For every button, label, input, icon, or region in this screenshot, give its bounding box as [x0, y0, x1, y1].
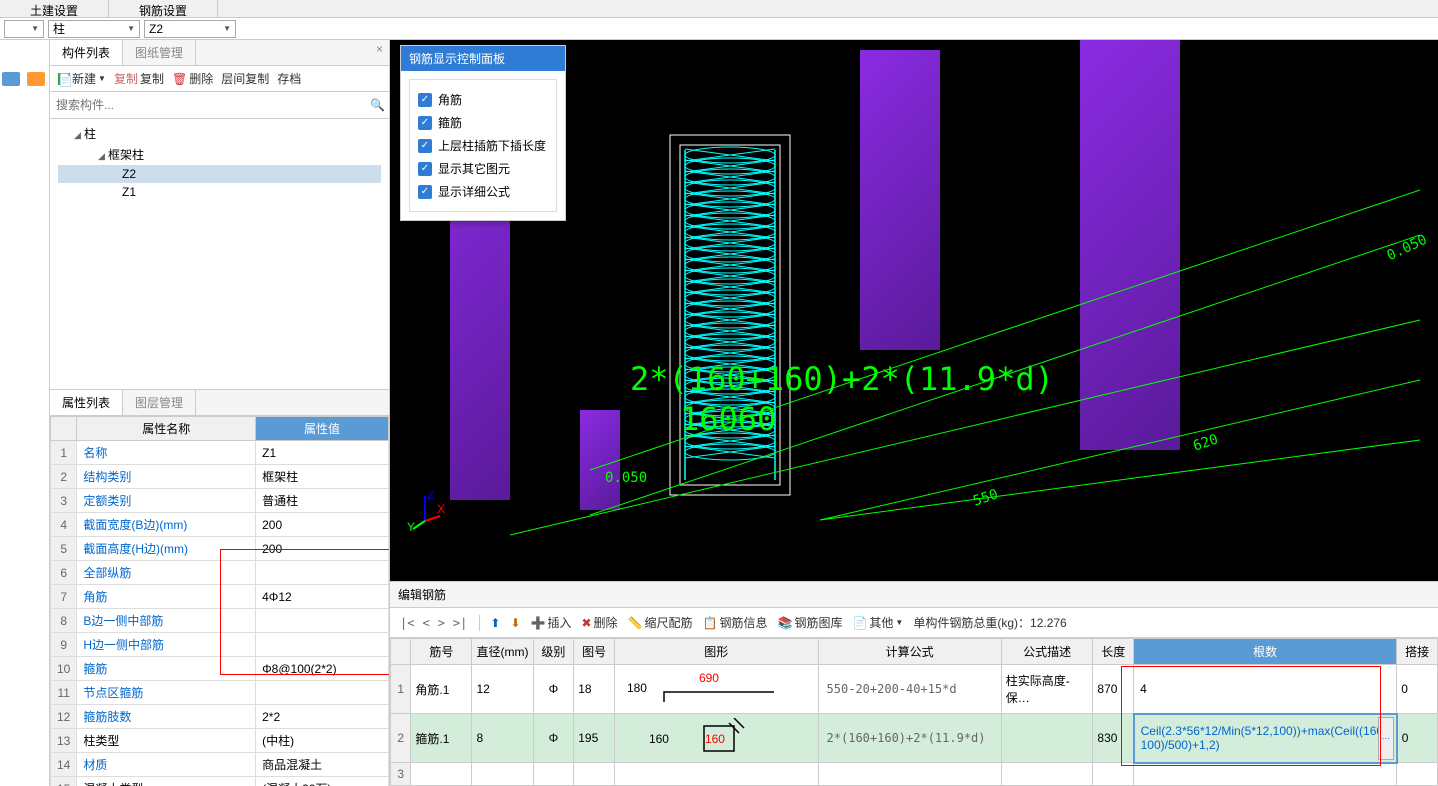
- component-panel: 构件列表 图纸管理 × 📄新建▼ 复制复制 🗑删除 层间复制 存档 🔍 ◢柱 ◢…: [50, 40, 390, 786]
- property-row[interactable]: 10箍筋Φ8@100(2*2): [51, 657, 389, 681]
- rebar-row[interactable]: 2箍筋.18Φ1951601602*(160+160)+2*(11.9*d)83…: [391, 714, 1438, 763]
- dropdown-row: ▼ 柱▼ Z2▼: [0, 18, 1438, 40]
- close-icon[interactable]: ×: [370, 40, 389, 65]
- nav-last[interactable]: >|: [451, 616, 469, 630]
- property-row[interactable]: 2结构类别框架柱: [51, 465, 389, 489]
- dropdown-name[interactable]: Z2▼: [144, 20, 236, 38]
- insert-button[interactable]: ➕插入: [531, 614, 572, 631]
- nav-next[interactable]: >: [436, 616, 447, 630]
- checkbox-icon: ✓: [418, 93, 432, 107]
- checkbox-item[interactable]: ✓箍筋: [418, 111, 548, 134]
- checkbox-icon: ✓: [418, 162, 432, 176]
- lib-button[interactable]: 📚钢筋图库: [777, 614, 842, 631]
- property-row[interactable]: 6全部纵筋: [51, 561, 389, 585]
- search-input[interactable]: [54, 96, 370, 114]
- info-button[interactable]: 📋钢筋信息: [703, 614, 768, 631]
- rebar-cage: [665, 130, 795, 500]
- property-row[interactable]: 1名称Z1: [51, 441, 389, 465]
- column-3d: [1080, 40, 1180, 450]
- rebar-row[interactable]: 3: [391, 763, 1438, 786]
- tab-attr-list[interactable]: 属性列表: [50, 390, 123, 415]
- property-panel: 属性列表 图层管理 属性名称属性值 1名称Z12结构类别框架柱3定额类别普通柱4…: [50, 389, 389, 786]
- component-toolbar: 📄新建▼ 复制复制 🗑删除 层间复制 存档: [50, 66, 389, 92]
- grid-label: 620: [1191, 431, 1220, 454]
- grid-label: 0.050: [1384, 232, 1429, 264]
- chevron-down-icon: ▼: [223, 24, 231, 33]
- panel-title: 编辑钢筋: [390, 582, 1438, 608]
- tab-drawing-mgmt[interactable]: 图纸管理: [123, 40, 196, 65]
- 3d-viewport[interactable]: 钢筋显示控制面板 ✓角筋✓箍筋✓上层柱插筋下插长度✓显示其它图元✓显示详细公式 …: [390, 40, 1438, 581]
- dropdown-empty[interactable]: ▼: [4, 20, 44, 38]
- rebar-display-panel: 钢筋显示控制面板 ✓角筋✓箍筋✓上层柱插筋下插长度✓显示其它图元✓显示详细公式: [400, 45, 566, 221]
- other-button[interactable]: 📄其他▼: [852, 614, 903, 631]
- property-row[interactable]: 14材质商品混凝土: [51, 753, 389, 777]
- nav-first[interactable]: |<: [398, 616, 416, 630]
- rebar-table: 筋号 直径(mm) 级别 图号 图形 计算公式 公式描述 长度 根数 搭接 1角…: [390, 638, 1438, 786]
- property-row[interactable]: 8B边一侧中部筋: [51, 609, 389, 633]
- tab-layer-mgmt[interactable]: 图层管理: [123, 390, 196, 415]
- checkbox-icon: ✓: [418, 185, 432, 199]
- svg-text:Z: Z: [427, 491, 434, 502]
- edit-toolbar: |< < > >| ⬆ ⬇ ➕插入 ✖删除 📏缩尺配筋 📋钢筋信息 📚钢筋图库 …: [390, 608, 1438, 638]
- top-tabs: 土建设置 钢筋设置: [0, 0, 1438, 18]
- chevron-down-icon: ▼: [127, 24, 135, 33]
- svg-text:X: X: [437, 502, 445, 516]
- view-icon[interactable]: [2, 72, 20, 86]
- tab-civil[interactable]: 土建设置: [0, 0, 109, 17]
- panel-title: 钢筋显示控制面板: [401, 46, 565, 71]
- nav-prev[interactable]: <: [420, 616, 431, 630]
- tree-z1[interactable]: Z1: [58, 183, 381, 201]
- checkbox-icon: ✓: [418, 139, 432, 153]
- grid-label: 550: [971, 486, 1000, 509]
- count-edit-cell[interactable]: Ceil(2.3*56*12/Min(5*12,100))+max(Ceil((…: [1134, 714, 1397, 763]
- tab-rebar[interactable]: 钢筋设置: [109, 0, 218, 17]
- property-table: 属性名称属性值 1名称Z12结构类别框架柱3定额类别普通柱4截面宽度(B边)(m…: [50, 416, 389, 786]
- edit-rebar-panel: 编辑钢筋 |< < > >| ⬆ ⬇ ➕插入 ✖删除 📏缩尺配筋 📋钢筋信息 📚…: [390, 581, 1438, 786]
- checkbox-icon: ✓: [418, 116, 432, 130]
- delete-button[interactable]: ✖删除: [581, 614, 617, 631]
- property-row[interactable]: 15混凝土类型(混凝土20石): [51, 777, 389, 786]
- search-icon[interactable]: 🔍: [370, 98, 385, 112]
- property-row[interactable]: 4截面宽度(B边)(mm)200: [51, 513, 389, 537]
- property-row[interactable]: 9H边一侧中部筋: [51, 633, 389, 657]
- tree-z2[interactable]: Z2: [58, 165, 381, 183]
- tree-sub[interactable]: ◢框架柱: [58, 144, 381, 165]
- column-3d: [580, 410, 620, 510]
- grid-label: 0.050: [605, 470, 647, 486]
- copy-button[interactable]: 复制复制: [114, 70, 164, 87]
- svg-text:Y: Y: [407, 520, 415, 531]
- axis-gizmo: Z X Y: [405, 491, 445, 531]
- tab-component-list[interactable]: 构件列表: [50, 40, 123, 65]
- chevron-down-icon: ▼: [31, 24, 39, 33]
- property-row[interactable]: 3定额类别普通柱: [51, 489, 389, 513]
- delete-button[interactable]: 🗑删除: [172, 70, 213, 87]
- ellipsis-button[interactable]: ⋯: [1378, 717, 1394, 760]
- save-button[interactable]: 存档: [277, 70, 301, 87]
- icon-button[interactable]: ⬆: [490, 616, 500, 630]
- property-row[interactable]: 13柱类型(中柱): [51, 729, 389, 753]
- checkbox-item[interactable]: ✓上层柱插筋下插长度: [418, 134, 548, 157]
- rebar-row[interactable]: 1角筋.112Φ18180690550-20+200-40+15*d柱实际高度-…: [391, 665, 1438, 714]
- component-tree: ◢柱 ◢框架柱 Z2 Z1: [50, 119, 389, 389]
- property-row[interactable]: 11节点区箍筋: [51, 681, 389, 705]
- checkbox-item[interactable]: ✓角筋: [418, 88, 548, 111]
- new-button[interactable]: 📄新建▼: [58, 70, 106, 87]
- dropdown-type[interactable]: 柱▼: [48, 20, 140, 38]
- weight-label: 单构件钢筋总重(kg)：12.276: [913, 614, 1066, 631]
- property-row[interactable]: 5截面高度(H边)(mm)200: [51, 537, 389, 561]
- checkbox-item[interactable]: ✓显示其它图元: [418, 157, 548, 180]
- floor-copy-button[interactable]: 层间复制: [221, 70, 269, 87]
- column-3d: [860, 50, 940, 350]
- tree-root[interactable]: ◢柱: [58, 123, 381, 144]
- property-row[interactable]: 7角筋4Φ12: [51, 585, 389, 609]
- scale-button[interactable]: 📏缩尺配筋: [628, 614, 693, 631]
- right-area: 钢筋显示控制面板 ✓角筋✓箍筋✓上层柱插筋下插长度✓显示其它图元✓显示详细公式 …: [390, 40, 1438, 786]
- left-toolbar: [0, 40, 50, 786]
- view-icon-2[interactable]: [27, 72, 45, 86]
- checkbox-item[interactable]: ✓显示详细公式: [418, 180, 548, 203]
- icon-button[interactable]: ⬇: [510, 616, 520, 630]
- search-bar: 🔍: [50, 92, 389, 119]
- property-row[interactable]: 12箍筋肢数2*2: [51, 705, 389, 729]
